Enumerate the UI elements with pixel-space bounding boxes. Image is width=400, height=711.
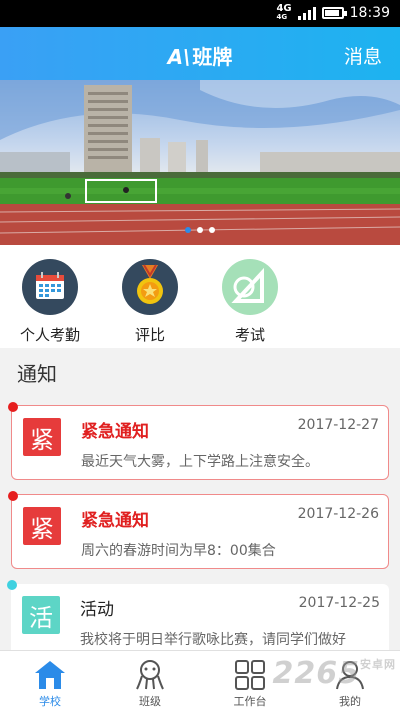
ruler-icon [222,259,278,315]
people-icon [120,657,180,693]
carousel-indicator [0,227,400,233]
grid-icon [220,657,280,693]
tab-label: 学校 [39,695,61,708]
carousel-dot [209,227,215,233]
tab-label: 班级 [139,695,161,708]
menu-item-rating[interactable]: 评比 [110,259,190,345]
menu-label: 评比 [134,326,165,344]
notice-body: 我校将于明日举行歌咏比赛，请同学们做好 [80,632,346,648]
network-indicator: 4G 4G [276,3,292,22]
signal-icon [297,6,316,20]
watermark: 2265安卓网 [272,656,396,691]
menu-label: 个人考勤 [19,326,80,344]
medal-icon [122,259,178,315]
notice-title: 紧急通知 [81,422,149,442]
battery-icon [321,7,347,19]
notice-date: 2017-12-25 [298,595,380,611]
notice-card[interactable]: 紧 紧急通知 2017-12-26 周六的春游时间为早8：00集合 [8,491,389,569]
unread-dot [8,491,18,501]
house-icon [20,657,80,693]
messages-button[interactable]: 消息 [344,42,382,69]
notice-body: 最近天气大雾，上下学路上注意安全。 [81,454,319,470]
carousel-dot-active [185,227,191,233]
app-title: A\ 班牌 [167,45,233,69]
app-header: A\ 班牌 消息 [0,27,400,80]
calendar-icon [22,259,78,315]
notice-title: 紧急通知 [81,511,149,531]
unread-dot [8,402,18,412]
section-title: 通知 [17,362,57,386]
clock: 18:39 [349,5,390,21]
status-bar: 4G 4G 18:39 [0,0,400,27]
tab-label: 我的 [339,695,361,708]
notice-body: 周六的春游时间为早8：00集合 [81,543,276,559]
menu-item-exam[interactable]: 考试 [210,259,290,345]
notice-badge: 紧 [23,418,61,456]
notice-badge: 活 [22,596,60,634]
notice-date: 2017-12-27 [297,417,379,433]
tab-school[interactable]: 学校 [20,657,80,709]
carousel-dot [197,227,203,233]
unread-dot [7,580,17,590]
menu-item-attendance[interactable]: 个人考勤 [10,259,90,345]
notice-title: 活动 [80,600,114,620]
notice-badge: 紧 [23,507,61,545]
banner-carousel[interactable] [0,80,400,245]
menu-label: 考试 [234,326,265,344]
tab-class[interactable]: 班级 [120,657,180,709]
app-logo: A\ [167,45,191,69]
feature-menu: 个人考勤 评比 考试 [0,245,400,348]
campus-photo [0,80,400,245]
notice-card[interactable]: 紧 紧急通知 2017-12-27 最近天气大雾，上下学路上注意安全。 [8,402,389,480]
tab-workbench[interactable]: 工作台 [220,657,280,709]
tab-label: 工作台 [233,695,267,708]
notice-date: 2017-12-26 [297,506,379,522]
